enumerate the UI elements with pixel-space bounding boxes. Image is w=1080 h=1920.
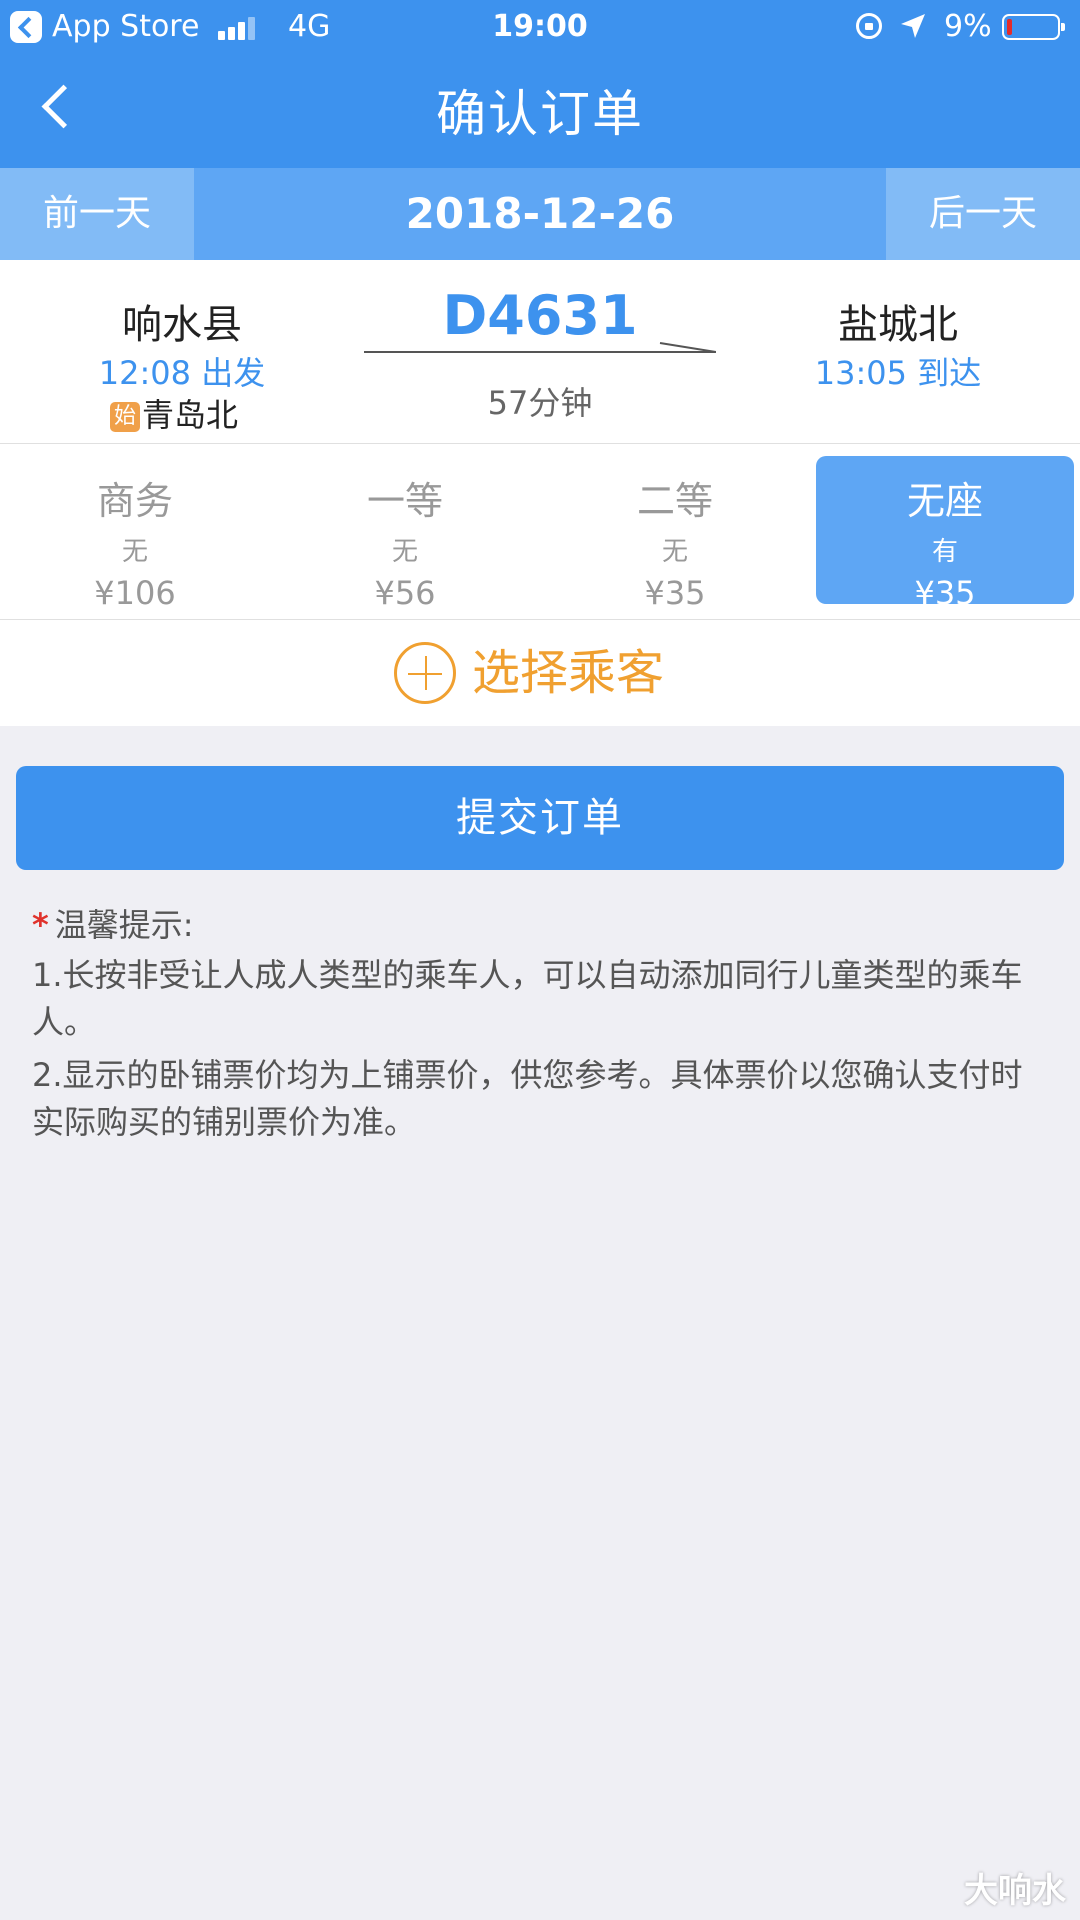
battery-percent: 9% [944, 9, 992, 44]
tips-title-text: 温馨提示: [54, 906, 194, 944]
seat-name: 无座 [906, 479, 983, 523]
tip-line: 2.显示的卧铺票价均为上铺票价，供您参考。具体票价以您确认支付时实际购买的铺别票… [32, 1056, 1023, 1141]
status-bar: App Store 4G 19:00 9% [0, 0, 1080, 56]
seat-price: ¥56 [374, 574, 436, 612]
rotation-lock-icon [856, 13, 882, 39]
header: App Store 4G 19:00 9% 确认订单 [0, 0, 1080, 168]
tip-line: 1.长按非受让人成人类型的乘车人，可以自动添加同行儿童类型的乘车人。 [32, 956, 1023, 1041]
route-arrow-icon [364, 342, 716, 353]
seat-price: ¥35 [914, 574, 976, 612]
train-info-card: 响水县 12:08 出发 始青岛北 D4631 57分钟 盐城北 13:05 到… [0, 260, 1080, 444]
arrival-station: 盐城北 [838, 302, 958, 348]
seat-class-selector: 商务 无 ¥106 一等 无 ¥56 二等 无 ¥35 无座 有 ¥35 [0, 444, 1080, 620]
date-bar: 前一天 2018-12-26 后一天 [0, 168, 1080, 260]
submit-order-button[interactable]: 提交订单 [16, 766, 1064, 870]
seat-availability: 有 [931, 537, 958, 567]
seat-option-second-class[interactable]: 二等 无 ¥35 [546, 456, 804, 612]
battery-icon [1002, 14, 1065, 40]
plus-circle-icon[interactable] [394, 642, 456, 704]
prev-day-button[interactable]: 前一天 [0, 168, 194, 260]
page-title: 确认订单 [436, 85, 644, 143]
seat-availability: 无 [121, 537, 148, 567]
tips-section: * 温馨提示: 1.长按非受让人成人类型的乘车人，可以自动添加同行儿童类型的乘车人… [32, 900, 1052, 1146]
tips-title: * 温馨提示: [32, 900, 1052, 946]
asterisk-icon: * [32, 906, 49, 944]
travel-date[interactable]: 2018-12-26 [194, 168, 886, 260]
next-day-button[interactable]: 后一天 [886, 168, 1080, 260]
seat-availability: 无 [661, 537, 688, 567]
seat-price: ¥35 [644, 574, 706, 612]
select-passenger-button[interactable]: 选择乘客 [0, 620, 1080, 726]
seat-name: 商务 [96, 479, 173, 523]
seat-name: 二等 [636, 479, 713, 523]
seat-option-first-class[interactable]: 一等 无 ¥56 [276, 456, 534, 612]
seat-price: ¥106 [94, 574, 176, 612]
watermark: 大响水 [964, 1871, 1066, 1911]
select-passenger-label[interactable]: 选择乘客 [472, 642, 664, 704]
seat-option-business[interactable]: 商务 无 ¥106 [6, 456, 264, 612]
seat-name: 一等 [366, 479, 443, 523]
arrival-time: 13:05 到达 [814, 354, 982, 392]
location-arrow-icon [901, 14, 925, 38]
seat-option-no-seat[interactable]: 无座 有 ¥35 [816, 456, 1074, 612]
seat-availability: 无 [391, 537, 418, 567]
